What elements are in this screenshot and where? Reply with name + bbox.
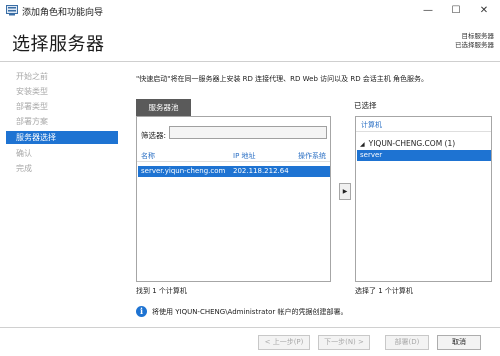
main-content: "快速启动"将在同一服务器上安装 RD 连接代理、RD Web 访问以及 RD … <box>124 66 500 326</box>
selected-server-row[interactable]: server <box>357 150 491 161</box>
collapse-triangle-icon[interactable]: ◢ <box>360 141 365 148</box>
column-header-os[interactable]: 操作系统 <box>298 151 326 161</box>
wizard-footer: < 上一步(P) 下一步(N) > 部署(D) 取消 <box>0 327 500 356</box>
page-title: 选择服务器 <box>12 34 105 55</box>
server-manager-icon <box>6 5 18 16</box>
domain-group-label: YIQUN-CHENG.COM (1) <box>368 139 456 148</box>
deploy-button[interactable]: 部署(D) <box>385 335 429 350</box>
wizard-nav: 开始之前 安装类型 部署类型 部署方案 服务器选择 确认 完成 <box>0 66 124 226</box>
column-header-computer[interactable]: 计算机 <box>361 120 382 130</box>
add-server-button[interactable]: ▶ <box>339 183 351 200</box>
minimize-button[interactable]: — <box>414 0 442 22</box>
nav-item-deployment-type: 部署类型 <box>16 102 48 111</box>
table-row[interactable]: server.yiqun-cheng.com 202.118.212.64 <box>138 166 330 177</box>
tab-server-pool[interactable]: 服务器池 <box>136 99 191 116</box>
nav-item-confirmation: 确认 <box>16 149 32 158</box>
cancel-button[interactable]: 取消 <box>437 335 481 350</box>
destination-server-info: 目标服务器 已选择服务器 <box>455 32 494 50</box>
destination-value: 已选择服务器 <box>455 41 494 49</box>
next-button[interactable]: 下一步(N) > <box>318 335 370 350</box>
filter-label: 筛选器: <box>141 131 167 140</box>
nav-item-deployment-scenario: 部署方案 <box>16 117 48 126</box>
destination-label: 目标服务器 <box>461 32 495 40</box>
close-button[interactable]: ✕ <box>470 0 498 22</box>
nav-item-server-selection[interactable]: 服务器选择 <box>6 131 118 144</box>
selected-label: 已选择 <box>354 101 377 110</box>
server-name-cell: server.yiqun-cheng.com <box>141 167 226 175</box>
domain-group[interactable]: ◢ YIQUN-CHENG.COM (1) <box>360 139 455 148</box>
maximize-button[interactable]: ☐ <box>442 0 470 22</box>
divider <box>137 161 330 162</box>
nav-item-before-you-begin: 开始之前 <box>16 72 48 81</box>
nav-item-completion: 完成 <box>16 164 32 173</box>
server-ip-cell: 202.118.212.64 <box>233 167 289 175</box>
selected-count: 选择了 1 个计算机 <box>355 287 413 295</box>
nav-item-installation-type: 安装类型 <box>16 87 48 96</box>
selected-servers-panel: 计算机 ◢ YIQUN-CHENG.COM (1) server <box>355 116 492 282</box>
column-header-name[interactable]: 名称 <box>141 151 155 161</box>
info-icon: i <box>136 306 147 317</box>
divider <box>356 131 491 132</box>
filter-input[interactable] <box>169 126 327 139</box>
info-text: 将使用 YIQUN-CHENG\Administrator 帐户的凭据创建部署。 <box>152 308 348 316</box>
server-pool-panel: 筛选器: 名称 IP 地址 操作系统 server.yiqun-cheng.co… <box>136 116 331 282</box>
intro-text: "快速启动"将在同一服务器上安装 RD 连接代理、RD Web 访问以及 RD … <box>136 75 429 83</box>
title-bar: 添加角色和功能向导 — ☐ ✕ <box>0 0 500 22</box>
column-header-ip[interactable]: IP 地址 <box>233 151 256 161</box>
window-title: 添加角色和功能向导 <box>22 8 104 18</box>
found-count: 找到 1 个计算机 <box>136 287 187 295</box>
back-button[interactable]: < 上一步(P) <box>258 335 310 350</box>
wizard-header: 选择服务器 目标服务器 已选择服务器 <box>0 22 500 62</box>
